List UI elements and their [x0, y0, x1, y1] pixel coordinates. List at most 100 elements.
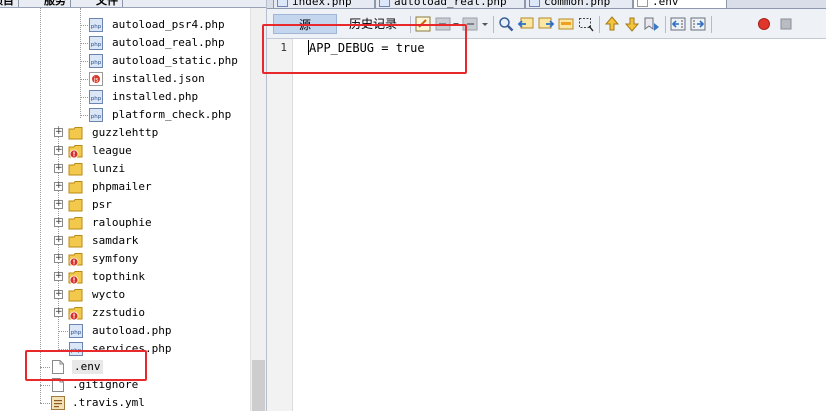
- toggle-highlight-icon[interactable]: [557, 15, 575, 33]
- shift-line-right-icon[interactable]: [689, 15, 707, 33]
- tree-folder[interactable]: + wycto: [0, 286, 250, 304]
- editor-tab-common[interactable]: common.php: [525, 0, 633, 8]
- expand-icon[interactable]: +: [54, 128, 63, 137]
- tree-folder[interactable]: + phpmailer: [0, 178, 250, 196]
- next-bookmark-icon[interactable]: [623, 15, 641, 33]
- find-previous-icon[interactable]: [517, 15, 535, 33]
- tree-item-env[interactable]: .env: [0, 358, 250, 376]
- editor-tab-index[interactable]: index.php: [273, 0, 375, 8]
- rectangular-selection-icon[interactable]: [577, 15, 595, 33]
- json-file-icon: js: [89, 72, 103, 86]
- tab-projects[interactable]: 项目: [0, 0, 19, 7]
- expand-icon[interactable]: +: [54, 182, 63, 191]
- tree-folder[interactable]: + lunzi: [0, 160, 250, 178]
- svg-text:php: php: [91, 42, 102, 48]
- editor-tab-env[interactable]: .env: [633, 0, 727, 8]
- tree-folder[interactable]: + league: [0, 142, 250, 160]
- expand-icon[interactable]: +: [54, 200, 63, 209]
- tree-item-label: autoload_static.php: [112, 54, 238, 67]
- dropdown-icon[interactable]: [452, 15, 460, 33]
- expand-icon[interactable]: +: [54, 164, 63, 173]
- tab-history[interactable]: 历史记录: [339, 14, 407, 34]
- toggle-bookmark-icon[interactable]: [643, 15, 661, 33]
- php-file-icon: php: [89, 54, 103, 68]
- tab-files[interactable]: 文件: [92, 0, 123, 7]
- editor-tab-autoload-real[interactable]: autoload_real.php: [375, 0, 525, 8]
- expand-icon[interactable]: +: [54, 218, 63, 227]
- tree-scrollbar-thumb[interactable]: [252, 360, 265, 411]
- tree-item[interactable]: php autoload_psr4.php: [0, 16, 250, 34]
- expand-icon[interactable]: +: [54, 308, 63, 317]
- file-icon: [52, 360, 64, 374]
- folder-error-icon: [68, 307, 83, 321]
- expand-icon[interactable]: +: [54, 290, 63, 299]
- tree-item-label: lunzi: [92, 162, 126, 175]
- tab-source[interactable]: 源: [273, 14, 337, 34]
- expand-icon[interactable]: +: [54, 146, 63, 155]
- forward-icon[interactable]: [461, 15, 479, 33]
- svg-text:php: php: [91, 96, 102, 102]
- tree-item-label: .travis.yml: [72, 396, 145, 409]
- tree-item-label: league: [92, 144, 132, 157]
- tree-item-label: .gitignore: [72, 378, 139, 391]
- expand-icon[interactable]: +: [54, 236, 63, 245]
- tree-item[interactable]: php autoload.php: [0, 322, 250, 340]
- php-file-icon: php: [89, 36, 103, 50]
- stop-macro-icon[interactable]: [777, 15, 795, 33]
- tab-services[interactable]: 服务: [40, 0, 71, 7]
- expand-icon[interactable]: +: [54, 272, 63, 281]
- tree-item-label: autoload_psr4.php: [112, 18, 225, 31]
- svg-text:php: php: [91, 60, 102, 66]
- tree-folder[interactable]: + ralouphie: [0, 214, 250, 232]
- search-icon[interactable]: [497, 15, 515, 33]
- record-macro-icon[interactable]: [755, 15, 773, 33]
- tree-item-label: phpmailer: [92, 180, 152, 193]
- svg-text:js: js: [93, 77, 99, 84]
- code-editor[interactable]: APP_DEBUG = true: [297, 39, 826, 411]
- project-tree: php autoload_psr4.php php autoload_real.…: [0, 8, 250, 411]
- dropdown-icon[interactable]: [481, 15, 489, 33]
- tree-folder[interactable]: + topthink: [0, 268, 250, 286]
- folder-icon: [68, 163, 83, 176]
- tree-item[interactable]: php installed.php: [0, 88, 250, 106]
- svg-text:php: php: [91, 24, 102, 30]
- editor-panel: index.php autoload_real.php common.php .…: [266, 0, 826, 411]
- tree-item[interactable]: php autoload_real.php: [0, 34, 250, 52]
- previous-bookmark-icon[interactable]: [603, 15, 621, 33]
- tree-folder[interactable]: + guzzlehttp: [0, 124, 250, 142]
- find-next-icon[interactable]: [537, 15, 555, 33]
- php-file-icon: php: [69, 342, 83, 356]
- tree-item-label: ralouphie: [92, 216, 152, 229]
- tree-item[interactable]: php autoload_static.php: [0, 52, 250, 70]
- tree-item[interactable]: js installed.json: [0, 70, 250, 88]
- last-edit-icon[interactable]: [414, 15, 432, 33]
- tree-item-label: installed.php: [112, 90, 199, 103]
- tree-scrollbar[interactable]: [250, 8, 266, 411]
- folder-error-icon: [68, 145, 83, 159]
- tree-item[interactable]: .gitignore: [0, 376, 250, 394]
- yml-file-icon: [51, 396, 65, 410]
- tree-item[interactable]: php platform_check.php: [0, 106, 250, 124]
- php-file-icon: php: [89, 108, 103, 122]
- line-number-gutter: 1: [267, 39, 293, 411]
- tree-folder[interactable]: + zzstudio: [0, 304, 250, 322]
- folder-icon: [68, 217, 83, 230]
- tree-item-label: symfony: [92, 252, 139, 265]
- file-icon: [637, 0, 648, 7]
- tree-item[interactable]: php services.php: [0, 340, 250, 358]
- tree-folder[interactable]: + psr: [0, 196, 250, 214]
- tree-item-label: services.php: [92, 342, 172, 355]
- tree-item-label: wycto: [92, 288, 126, 301]
- svg-text:php: php: [71, 348, 82, 354]
- tree-item-label: topthink: [92, 270, 145, 283]
- folder-error-icon: [68, 271, 83, 285]
- back-icon[interactable]: [434, 15, 452, 33]
- expand-icon[interactable]: +: [54, 254, 63, 263]
- tree-folder[interactable]: + symfony: [0, 250, 250, 268]
- code-line: APP_DEBUG = true: [309, 41, 425, 55]
- line-number: 1: [280, 41, 287, 54]
- svg-text:php: php: [71, 330, 82, 336]
- tree-folder[interactable]: + samdark: [0, 232, 250, 250]
- shift-line-left-icon[interactable]: [669, 15, 687, 33]
- tree-item[interactable]: .travis.yml: [0, 394, 250, 411]
